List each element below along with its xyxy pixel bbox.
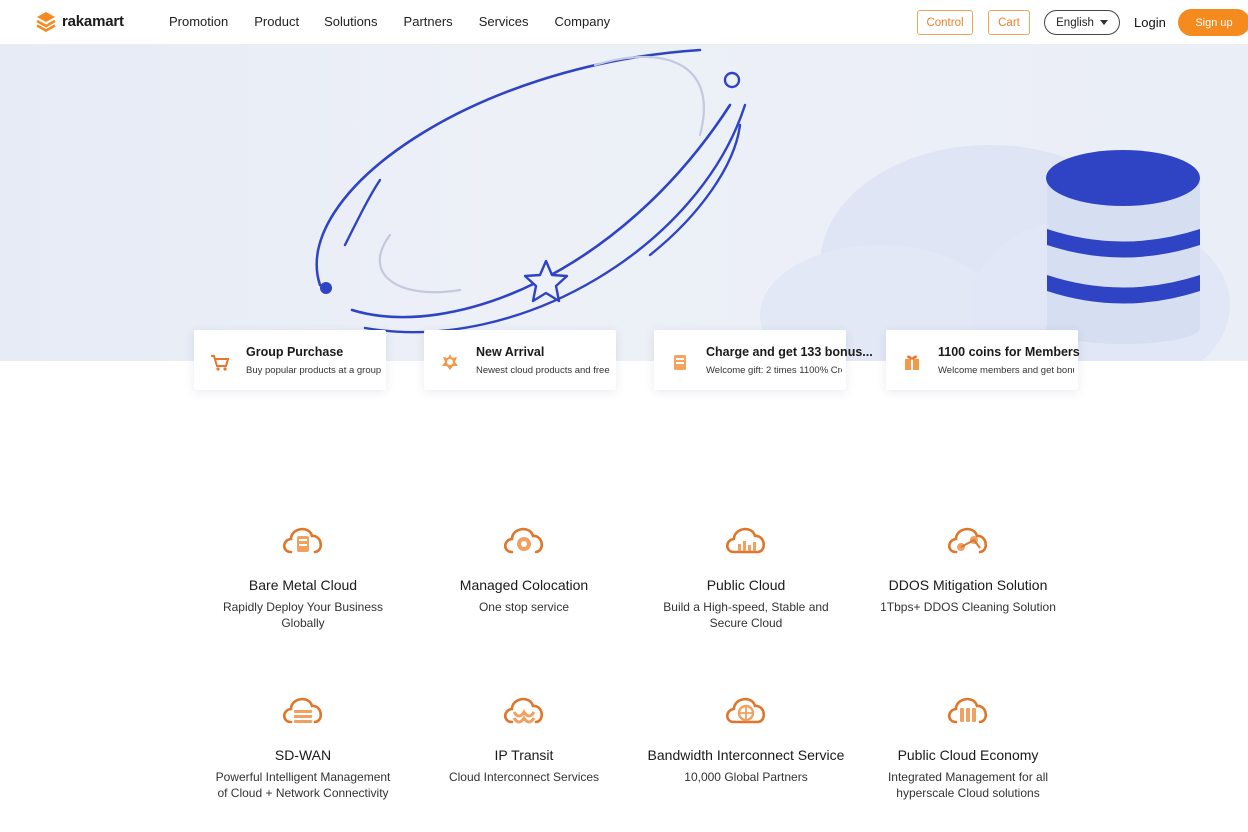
ddos-cloud-icon — [947, 527, 987, 554]
language-label: English — [1056, 16, 1094, 29]
sdwan-cloud-icon — [282, 697, 322, 724]
cart-button[interactable]: Cart — [988, 10, 1030, 35]
service-title: Public Cloud — [706, 577, 786, 593]
nav-solutions[interactable]: Solutions — [324, 14, 377, 29]
service-ddos-mitigation[interactable]: DDOS Mitigation Solution 1Tbps+ DDOS Cle… — [853, 520, 1083, 615]
hero-banner — [0, 45, 1248, 361]
promo-title: 1100 coins for Members — [938, 345, 1080, 359]
service-title: DDOS Mitigation Solution — [888, 577, 1048, 593]
nav-services[interactable]: Services — [479, 14, 529, 29]
service-title: SD-WAN — [274, 747, 332, 763]
promo-card-charge-bonus[interactable]: Charge and get 133 bonus... Welcome gift… — [654, 330, 873, 390]
promo-title: Group Purchase — [246, 345, 344, 359]
promo-card-new-arrival[interactable]: New Arrival Newest cloud products and fr… — [424, 330, 616, 390]
service-public-cloud[interactable]: Public Cloud Build a High-speed, Stable … — [631, 520, 861, 631]
bandwidth-cloud-icon — [725, 697, 765, 724]
promo-subtitle: Buy popular products at a group... — [246, 365, 382, 376]
cart-icon — [211, 355, 230, 371]
nav-promotion[interactable]: Promotion — [169, 14, 228, 29]
nav-product[interactable]: Product — [254, 14, 299, 29]
service-bandwidth-interconnect[interactable]: Bandwidth Interconnect Service 10,000 Gl… — [631, 690, 861, 785]
gift-icon — [905, 355, 919, 370]
brand-logo[interactable]: rakamart — [34, 9, 124, 33]
promo-subtitle: Newest cloud products and free trial... — [476, 365, 612, 376]
service-description: 10,000 Global Partners — [684, 770, 808, 784]
new-icon — [442, 354, 458, 370]
service-title: Bare Metal Cloud — [248, 577, 358, 593]
service-managed-colocation[interactable]: Managed Colocation One stop service — [409, 520, 639, 615]
service-public-cloud-economy[interactable]: Public Cloud Economy Integrated Manageme… — [853, 690, 1083, 801]
wallet-icon — [674, 355, 686, 370]
service-description: Build a High-speed, Stable and Secure Cl… — [663, 600, 829, 630]
service-description: One stop service — [478, 600, 570, 614]
main-nav: Promotion Product Solutions Partners Ser… — [169, 14, 610, 29]
cloud-economy-icon — [947, 697, 987, 724]
service-description: Cloud Interconnect Services — [448, 770, 600, 784]
colocation-cloud-icon — [503, 527, 543, 554]
service-bare-metal-cloud[interactable]: Bare Metal Cloud Rapidly Deploy Your Bus… — [188, 520, 418, 631]
language-select[interactable]: English — [1044, 10, 1120, 35]
promo-card-group-purchase[interactable]: Group Purchase Buy popular products at a… — [194, 330, 386, 390]
promo-subtitle: Welcome gift: 2 times 1100% Credit... — [706, 365, 842, 376]
logo-icon — [36, 12, 56, 32]
public-cloud-icon — [725, 527, 765, 554]
service-description: Integrated Management for all hyperscale… — [887, 770, 1049, 800]
brand-name: rakamart — [62, 12, 124, 30]
service-title: IP Transit — [494, 747, 554, 763]
bare-metal-cloud-icon — [282, 527, 322, 554]
nav-company[interactable]: Company — [555, 14, 611, 29]
hero-illustration — [315, 48, 1230, 361]
top-header: rakamart Promotion Product Solutions Par… — [0, 0, 1248, 45]
promo-title: Charge and get 133 bonus... — [706, 345, 873, 359]
service-ip-transit[interactable]: IP Transit Cloud Interconnect Services — [409, 690, 639, 785]
promo-card-member-coins[interactable]: 1100 coins for Members Welcome members a… — [886, 330, 1080, 390]
service-title: Managed Colocation — [459, 577, 589, 593]
ip-transit-cloud-icon — [503, 697, 543, 724]
service-description: Rapidly Deploy Your Business Globally — [222, 600, 384, 630]
service-description: 1Tbps+ DDOS Cleaning Solution — [880, 600, 1056, 614]
promo-title: New Arrival — [476, 345, 545, 359]
service-description: Powerful Intelligent Management of Cloud… — [215, 770, 391, 800]
promo-subtitle: Welcome members and get bonus... — [938, 365, 1074, 376]
service-title: Public Cloud Economy — [897, 747, 1039, 763]
database-icon — [1046, 150, 1200, 344]
console-button[interactable]: Control — [917, 10, 973, 35]
login-link[interactable]: Login — [1134, 15, 1166, 30]
service-title: Bandwidth Interconnect Service — [647, 747, 845, 763]
nav-partners[interactable]: Partners — [404, 14, 453, 29]
service-sd-wan[interactable]: SD-WAN Powerful Intelligent Management o… — [188, 690, 418, 801]
chevron-down-icon — [1099, 20, 1108, 25]
signup-button[interactable]: Sign up — [1178, 9, 1248, 36]
